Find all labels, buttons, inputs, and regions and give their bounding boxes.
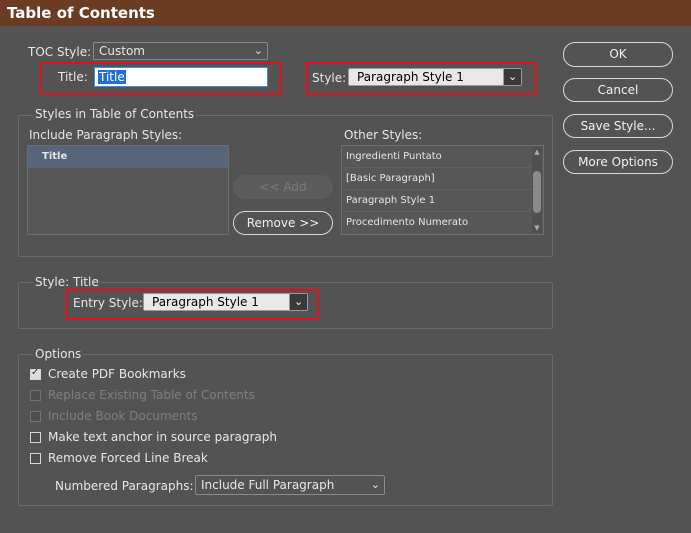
toc-dialog: TOC Style: Custom ⌄ Title: Title Style: … xyxy=(0,26,691,533)
entry-style-label: Entry Style: xyxy=(73,296,143,310)
list-item[interactable]: [Basic Paragraph] xyxy=(342,168,543,190)
add-button[interactable]: << Add xyxy=(233,175,333,199)
scrollbar-thumb[interactable] xyxy=(533,171,541,213)
list-item[interactable]: Title xyxy=(28,146,228,168)
numbered-paragraphs-value: Include Full Paragraph xyxy=(201,478,335,492)
list-item[interactable]: Ingredienti Puntato xyxy=(342,146,543,168)
title-label: Title: xyxy=(58,70,88,84)
chevron-down-icon: ⌄ xyxy=(289,294,307,310)
create-pdf-bookmarks-checkbox[interactable] xyxy=(30,367,41,380)
include-book-documents-label: Include Book Documents xyxy=(48,409,198,423)
toc-style-value: Custom xyxy=(99,44,145,58)
list-item[interactable]: Paragraph Style 1 xyxy=(342,190,543,212)
title-bar: Table of Contents xyxy=(0,0,691,26)
other-styles-scrollbar[interactable]: ▲ ▼ xyxy=(532,147,542,233)
make-text-anchor-checkbox[interactable] xyxy=(30,432,41,443)
more-options-button[interactable]: More Options xyxy=(563,150,673,174)
other-styles-list[interactable]: Ingredienti Puntato [Basic Paragraph] Pa… xyxy=(341,145,544,235)
entry-style-dropdown[interactable]: Paragraph Style 1 ⌄ xyxy=(143,293,308,311)
remove-forced-line-break-label: Remove Forced Line Break xyxy=(48,451,208,465)
numbered-paragraphs-dropdown[interactable]: Include Full Paragraph ⌄ xyxy=(195,475,385,495)
replace-existing-toc-label: Replace Existing Table of Contents xyxy=(48,388,255,402)
include-styles-label: Include Paragraph Styles: xyxy=(29,128,183,142)
replace-existing-toc-checkbox xyxy=(30,390,41,401)
toc-style-dropdown[interactable]: Custom ⌄ xyxy=(93,42,268,60)
entry-style-value: Paragraph Style 1 xyxy=(152,295,259,309)
chevron-down-icon: ⌄ xyxy=(253,44,263,57)
title-input-value: Title xyxy=(98,70,126,84)
styles-group-title: Styles in Table of Contents xyxy=(33,107,197,121)
chevron-down-icon: ⌄ xyxy=(370,478,380,491)
save-style-button[interactable]: Save Style... xyxy=(563,114,673,138)
title-input[interactable]: Title xyxy=(94,67,268,87)
title-style-label: Style: xyxy=(312,71,347,85)
make-text-anchor-label: Make text anchor in source paragraph xyxy=(48,430,277,444)
ok-button[interactable]: OK xyxy=(563,42,673,67)
remove-forced-line-break-checkbox[interactable] xyxy=(30,453,41,464)
scroll-up-icon[interactable]: ▲ xyxy=(532,147,542,157)
cancel-button[interactable]: Cancel xyxy=(563,78,673,102)
other-styles-label: Other Styles: xyxy=(344,128,423,142)
chevron-down-icon: ⌄ xyxy=(503,69,521,85)
numbered-paragraphs-label: Numbered Paragraphs: xyxy=(55,479,194,493)
remove-button[interactable]: Remove >> xyxy=(233,211,333,235)
window-title: Table of Contents xyxy=(7,4,155,22)
include-styles-list[interactable]: Title xyxy=(27,145,229,235)
style-title-group-title: Style: Title xyxy=(33,275,101,289)
title-style-value: Paragraph Style 1 xyxy=(357,70,464,84)
title-style-dropdown[interactable]: Paragraph Style 1 ⌄ xyxy=(348,68,522,86)
toc-style-label: TOC Style: xyxy=(28,45,92,59)
list-item[interactable]: Procedimento Numerato xyxy=(342,212,543,234)
options-group-title: Options xyxy=(33,347,84,361)
create-pdf-bookmarks-label: Create PDF Bookmarks xyxy=(48,367,186,381)
include-book-documents-checkbox xyxy=(30,411,41,422)
scroll-down-icon[interactable]: ▼ xyxy=(532,223,542,233)
